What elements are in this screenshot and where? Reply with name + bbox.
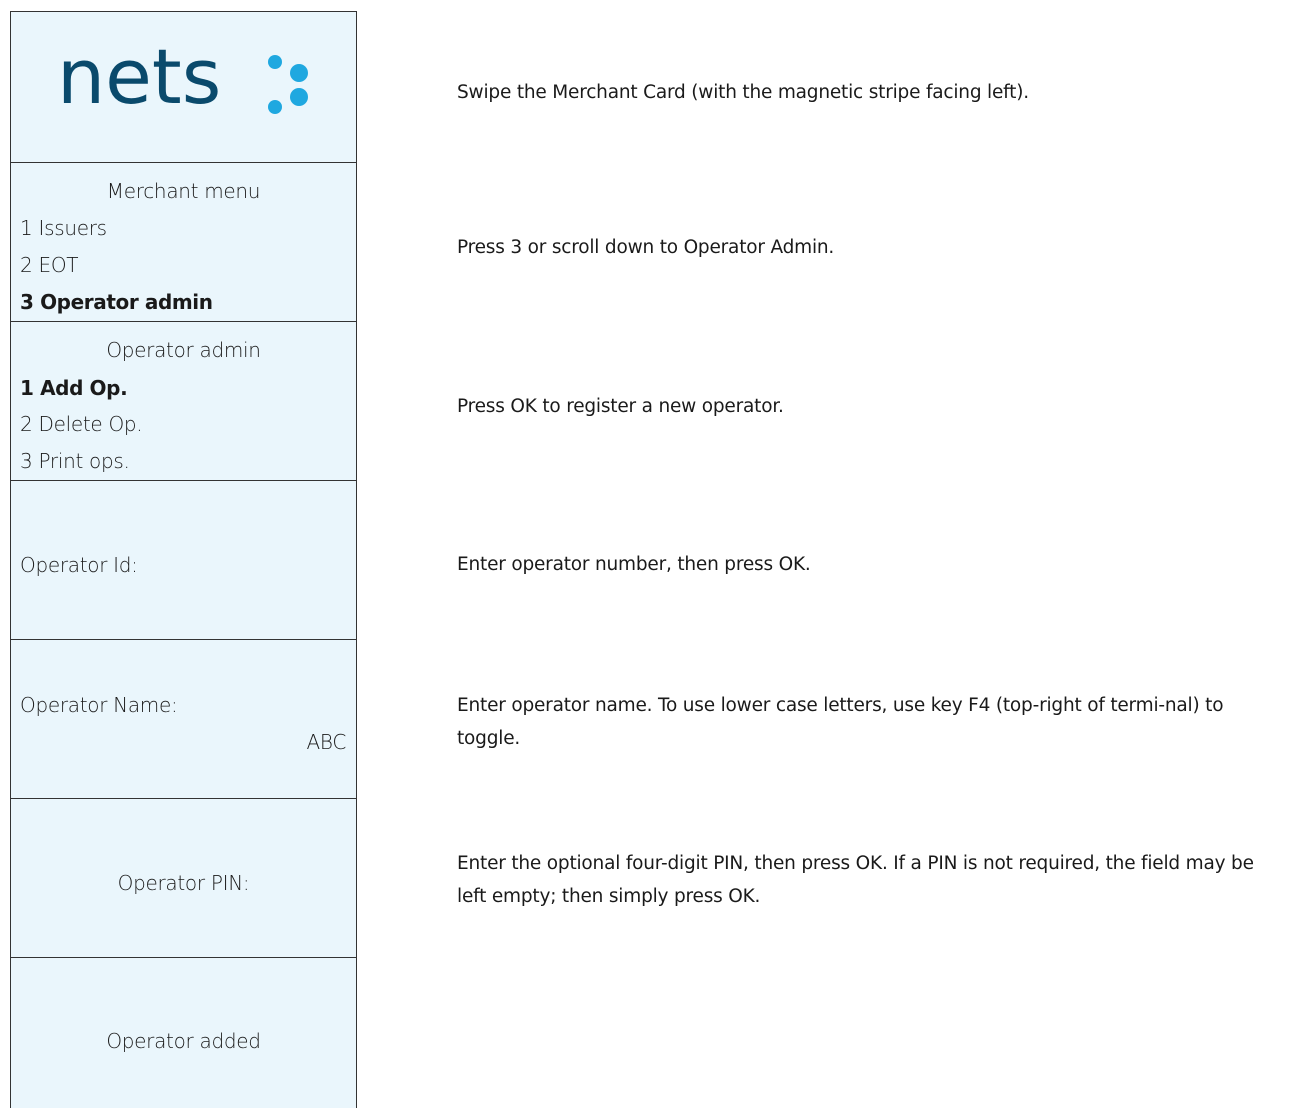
menu-item-operator-admin: 3 Operator admin bbox=[20, 290, 213, 314]
input-mode-indicator: ABC bbox=[306, 730, 347, 754]
instruction-step-1: Swipe the Merchant Card (with the magnet… bbox=[457, 82, 1029, 103]
operator-id-screen: Operator Id: bbox=[11, 481, 356, 640]
operator-pin-screen: Operator PIN: bbox=[11, 799, 356, 958]
operator-added-screen: Operator added bbox=[11, 958, 356, 1108]
operator-admin-title: Operator admin bbox=[106, 338, 261, 362]
instruction-step-3: Press OK to register a new operator. bbox=[457, 396, 784, 417]
operator-name-screen: Operator Name: ABC bbox=[11, 640, 356, 799]
operator-admin-screen: Operator admin 1 Add Op. 2 Delete Op. 3 … bbox=[11, 322, 356, 481]
instruction-page: nets Merchant menu 1 Issuers 2 EOT 3 Ope… bbox=[0, 0, 1290, 1108]
operator-id-label: Operator Id: bbox=[20, 553, 138, 577]
merchant-menu-title: Merchant menu bbox=[106, 179, 261, 203]
menu-item-delete-op: 2 Delete Op. bbox=[20, 412, 143, 436]
logo-screen: nets bbox=[11, 12, 356, 163]
instruction-step-6: Enter the optional four-digit PIN, then … bbox=[457, 853, 1254, 907]
menu-item-eot: 2 EOT bbox=[20, 253, 79, 277]
menu-item-issuers: 1 Issuers bbox=[20, 216, 107, 240]
operator-added-label: Operator added bbox=[106, 1029, 261, 1053]
operator-name-label: Operator Name: bbox=[20, 693, 178, 717]
menu-item-print-ops: 3 Print ops. bbox=[20, 449, 130, 473]
nets-dots-icon bbox=[268, 55, 308, 114]
instruction-step-5: Enter operator name. To use lower case l… bbox=[457, 695, 1224, 749]
menu-item-add-op: 1 Add Op. bbox=[20, 376, 128, 400]
instruction-step-4: Enter operator number, then press OK. bbox=[457, 554, 811, 575]
merchant-menu-screen: Merchant menu 1 Issuers 2 EOT 3 Operator… bbox=[11, 163, 356, 322]
terminal-screens-column: nets Merchant menu 1 Issuers 2 EOT 3 Ope… bbox=[10, 11, 357, 1108]
operator-pin-label: Operator PIN: bbox=[117, 871, 250, 895]
nets-logo-text: nets bbox=[57, 32, 222, 121]
instruction-step-2: Press 3 or scroll down to Operator Admin… bbox=[457, 237, 835, 258]
